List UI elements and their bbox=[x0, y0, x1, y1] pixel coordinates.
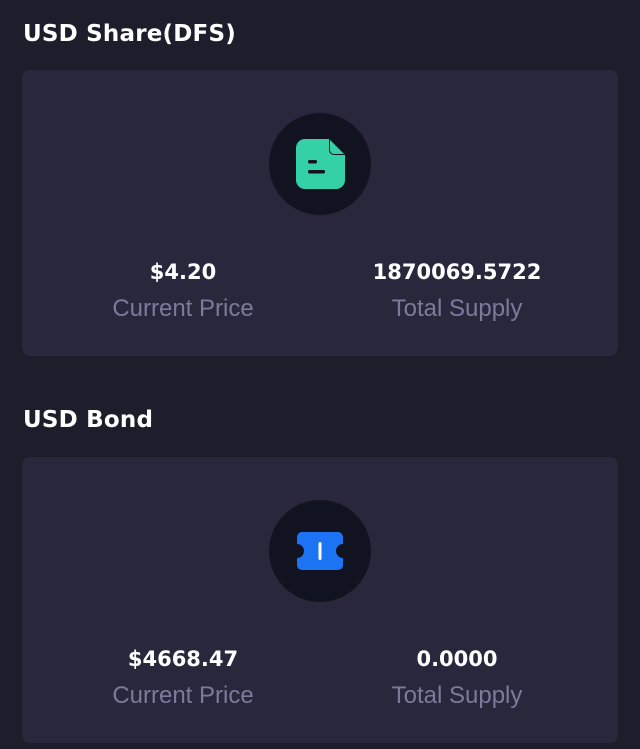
bond-card: $4668.47 Current Price 0.0000 Total Supp… bbox=[22, 457, 618, 743]
share-price-stat: $4.20 Current Price bbox=[68, 260, 298, 323]
bond-price-label: Current Price bbox=[112, 682, 254, 709]
share-supply-value: 1870069.5722 bbox=[372, 260, 542, 284]
bond-supply-label: Total Supply bbox=[391, 682, 523, 709]
share-supply-label: Total Supply bbox=[391, 295, 523, 322]
share-supply-stat: 1870069.5722 Total Supply bbox=[342, 260, 572, 323]
ticket-icon bbox=[297, 532, 343, 570]
share-icon-badge bbox=[269, 113, 371, 215]
share-price-label: Current Price bbox=[112, 295, 254, 322]
share-section-title: USD Share(DFS) bbox=[23, 21, 236, 47]
share-card: $4.20 Current Price 1870069.5722 Total S… bbox=[22, 70, 618, 356]
bond-price-value: $4668.47 bbox=[127, 647, 239, 671]
bond-section-title: USD Bond bbox=[23, 407, 154, 433]
bond-price-stat: $4668.47 Current Price bbox=[68, 647, 298, 710]
bond-supply-stat: 0.0000 Total Supply bbox=[342, 647, 572, 710]
bond-icon-badge bbox=[269, 500, 371, 602]
share-price-value: $4.20 bbox=[149, 260, 217, 284]
document-icon bbox=[296, 139, 345, 189]
bond-supply-value: 0.0000 bbox=[416, 647, 498, 671]
